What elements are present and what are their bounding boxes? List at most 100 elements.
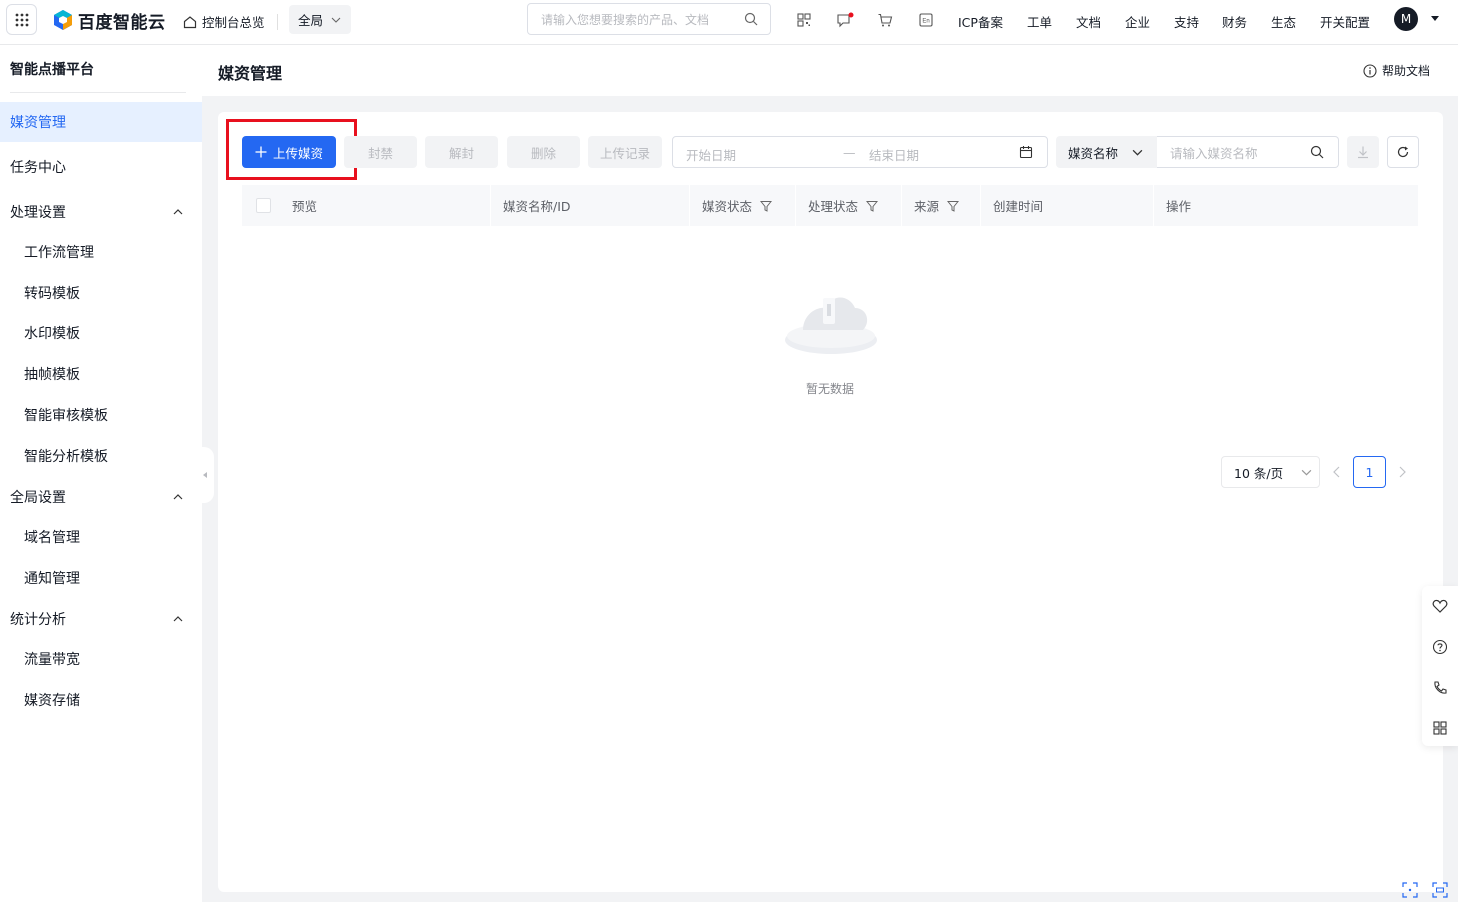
start-date-input[interactable]: 开始日期 <box>686 145 736 164</box>
message-icon[interactable] <box>836 11 854 29</box>
page-header: 媒资管理 帮助文档 <box>202 45 1458 96</box>
nav-link-enterprise[interactable]: 企业 <box>1125 12 1150 31</box>
help-icon[interactable] <box>1432 639 1448 655</box>
sidebar-item-media-management[interactable]: 媒资管理 <box>0 102 202 142</box>
nav-link-switch-config[interactable]: 开关配置 <box>1320 12 1370 31</box>
date-range-picker[interactable]: 开始日期 — 结束日期 <box>672 136 1048 168</box>
nav-link-support[interactable]: 支持 <box>1174 12 1199 31</box>
sidebar-item-analysis-template[interactable]: 智能分析模板 <box>0 436 202 476</box>
download-button[interactable] <box>1347 136 1379 168</box>
divider <box>10 92 186 93</box>
sidebar-group-processing-settings[interactable]: 处理设置 <box>0 192 202 232</box>
ocr-icon[interactable] <box>1432 882 1448 898</box>
nav-link-ecosystem[interactable]: 生态 <box>1271 12 1296 31</box>
sidebar-group-statistics[interactable]: 统计分析 <box>0 599 202 639</box>
search-field-value: 媒资名称 <box>1068 145 1119 161</box>
scope-select[interactable]: 全局 <box>289 5 351 34</box>
svg-text:En: En <box>922 19 929 25</box>
top-navbar: 百度智能云 控制台总览 全局 请输入您想要搜索的产品、文档 En ICP备案 工… <box>0 0 1458 45</box>
apps-icon[interactable] <box>1432 720 1448 736</box>
select-all-checkbox[interactable] <box>256 198 271 213</box>
divider <box>277 14 278 30</box>
filter-icon[interactable] <box>947 200 960 212</box>
filter-icon[interactable] <box>866 200 879 212</box>
page-number-current[interactable]: 1 <box>1353 456 1386 488</box>
media-name-search-input[interactable]: 请输入媒资名称 <box>1157 136 1339 168</box>
column-divider <box>490 185 491 226</box>
column-divider <box>980 185 981 226</box>
column-header-created-time: 创建时间 <box>993 185 1043 226</box>
nav-link-docs[interactable]: 文档 <box>1076 12 1101 31</box>
page-title: 媒资管理 <box>218 64 283 83</box>
calendar-icon[interactable] <box>1019 145 1033 159</box>
qrcode-icon[interactable] <box>795 11 813 29</box>
sidebar-item-media-storage[interactable]: 媒资存储 <box>0 680 202 720</box>
help-docs-link[interactable]: 帮助文档 <box>1363 62 1430 79</box>
page-size-select[interactable]: 10 条/页 <box>1221 456 1320 488</box>
chevron-down-icon <box>1132 149 1143 156</box>
sidebar-item-notification-management[interactable]: 通知管理 <box>0 558 202 598</box>
unban-button[interactable]: 解封 <box>425 136 498 168</box>
sidebar-group-label: 全局设置 <box>10 490 66 506</box>
next-page-icon[interactable] <box>1396 464 1408 480</box>
search-field-select[interactable]: 媒资名称 <box>1056 136 1157 168</box>
floating-toolbar <box>1422 586 1458 746</box>
end-date-input[interactable]: 结束日期 <box>869 145 919 164</box>
search-icon[interactable] <box>1310 145 1324 159</box>
delete-button[interactable]: 删除 <box>507 136 580 168</box>
filter-icon[interactable] <box>760 200 773 212</box>
info-icon <box>1363 63 1377 78</box>
sidebar-item-audit-template[interactable]: 智能审核模板 <box>0 395 202 435</box>
brand-logo-text: 百度智能云 <box>78 12 166 33</box>
column-divider <box>689 185 690 226</box>
sidebar-item-traffic-bandwidth[interactable]: 流量带宽 <box>0 639 202 679</box>
nav-link-finance[interactable]: 财务 <box>1222 12 1247 31</box>
page-size-value: 10 条/页 <box>1234 465 1284 481</box>
column-header-label: 操作 <box>1166 199 1192 214</box>
caret-down-icon[interactable] <box>1430 13 1440 23</box>
cart-icon[interactable] <box>876 11 894 29</box>
global-search-input[interactable]: 请输入您想要搜索的产品、文档 <box>527 3 771 35</box>
prev-page-icon[interactable] <box>1331 464 1343 480</box>
console-home-link[interactable]: 控制台总览 <box>183 12 265 31</box>
chevron-down-icon <box>1301 469 1312 476</box>
caret-left-icon <box>203 472 207 478</box>
screenshot-icon[interactable] <box>1402 882 1418 898</box>
refresh-icon <box>1397 146 1409 158</box>
empty-state-text: 暂无数据 <box>806 382 855 396</box>
column-header-process-status: 处理状态 <box>808 185 879 226</box>
column-header-label: 媒资名称/ID <box>503 199 571 214</box>
nav-link-icp[interactable]: ICP备案 <box>958 12 1003 31</box>
brand-logo[interactable]: 百度智能云 <box>52 9 166 33</box>
nav-link-ticket[interactable]: 工单 <box>1027 12 1052 31</box>
download-icon <box>1358 146 1368 159</box>
app-grid-icon[interactable] <box>6 4 37 35</box>
column-header-label: 预览 <box>292 199 318 214</box>
sidebar-item-workflow[interactable]: 工作流管理 <box>0 232 202 272</box>
sidebar-item-watermark-template[interactable]: 水印模板 <box>0 313 202 353</box>
sidebar-item-domain-management[interactable]: 域名管理 <box>0 517 202 557</box>
search-icon[interactable] <box>744 12 758 26</box>
favorite-icon[interactable] <box>1432 598 1448 614</box>
sidebar-item-transcode-template[interactable]: 转码模板 <box>0 273 202 313</box>
home-icon <box>183 15 197 28</box>
refresh-button[interactable] <box>1387 136 1419 168</box>
language-icon[interactable]: En <box>917 11 935 29</box>
content-card <box>218 112 1443 892</box>
sidebar-group-global-settings[interactable]: 全局设置 <box>0 477 202 517</box>
column-divider <box>795 185 796 226</box>
ban-button[interactable]: 封禁 <box>344 136 417 168</box>
upload-record-button[interactable]: 上传记录 <box>588 136 662 168</box>
sidebar-item-task-center[interactable]: 任务中心 <box>0 147 202 187</box>
phone-icon[interactable] <box>1432 680 1448 696</box>
chevron-down-icon <box>331 17 341 23</box>
sidebar-group-label: 统计分析 <box>10 612 66 628</box>
chevron-up-icon <box>173 209 183 215</box>
chevron-up-icon <box>173 494 183 500</box>
column-header-source: 来源 <box>914 185 960 226</box>
sidebar-item-frame-template[interactable]: 抽帧模板 <box>0 354 202 394</box>
avatar[interactable]: M <box>1394 7 1418 31</box>
cube-logo-icon <box>54 10 72 30</box>
sidebar: 智能点播平台 媒资管理 任务中心 处理设置 工作流管理 转码模板 水印模板 抽帧… <box>0 45 202 902</box>
sidebar-collapse-handle[interactable] <box>196 447 214 503</box>
